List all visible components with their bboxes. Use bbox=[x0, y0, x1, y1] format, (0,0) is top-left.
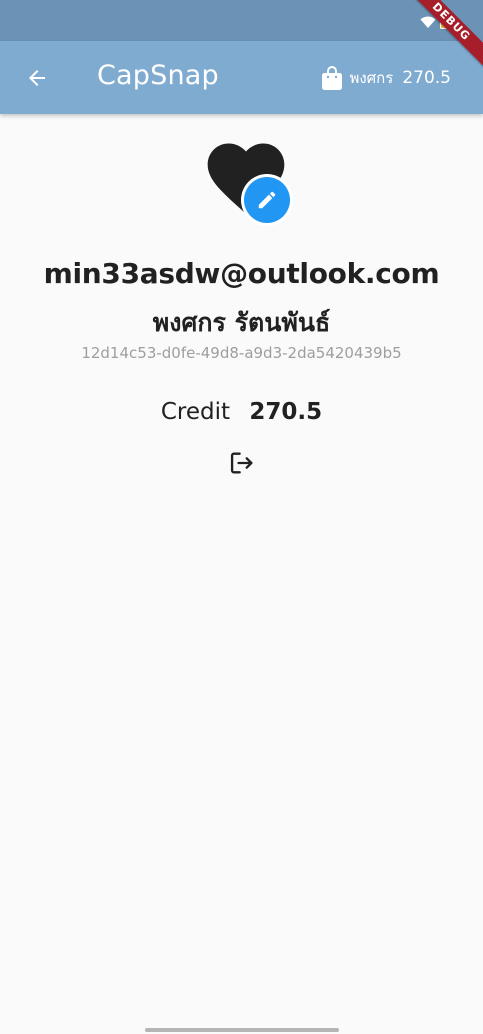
header-credit-value: 270.5 bbox=[402, 68, 451, 88]
status-bar bbox=[0, 0, 483, 41]
app-title: CapSnap bbox=[97, 60, 219, 91]
edit-avatar-circle[interactable] bbox=[244, 177, 290, 223]
logout-button[interactable] bbox=[224, 445, 260, 481]
header-credit[interactable]: พงศกร 270.5 bbox=[321, 65, 451, 91]
user-email: min33asdw@outlook.com bbox=[43, 257, 440, 290]
home-indicator bbox=[145, 1028, 339, 1032]
header-user-name: พงศกร bbox=[349, 69, 394, 87]
logout-icon bbox=[230, 452, 253, 474]
back-button[interactable] bbox=[18, 59, 56, 97]
credit-row: Credit 270.5 bbox=[0, 399, 483, 425]
app-bar: CapSnap พงศกร 270.5 bbox=[0, 41, 483, 114]
user-id: 12d14c53-d0fe-49d8-a9d3-2da5420439b5 bbox=[81, 344, 402, 362]
profile-screen: DEBUG CapSnap พงศกร 270.5 min33asdw@outl… bbox=[0, 0, 483, 1034]
credit-value: 270.5 bbox=[249, 399, 323, 425]
credit-label: Credit bbox=[160, 399, 231, 425]
shopping-bag-icon bbox=[322, 66, 343, 90]
pencil-icon bbox=[258, 191, 276, 209]
arrow-left-icon bbox=[29, 70, 45, 86]
user-display-name: พงศกร รัตนพันธ์ bbox=[152, 308, 331, 337]
edit-avatar-button[interactable] bbox=[241, 174, 293, 226]
